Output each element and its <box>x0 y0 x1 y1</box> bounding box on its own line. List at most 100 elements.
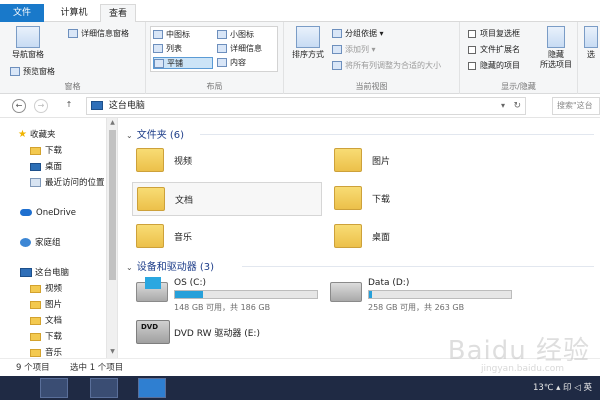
up-button[interactable]: ↑ <box>62 99 76 113</box>
hard-drive-icon <box>136 277 168 302</box>
download-folder-icon <box>30 332 41 341</box>
hide-selected-label-2: 所选项目 <box>540 60 572 69</box>
taskbar: 13℃ ▴ 印 ◁ 英 <box>0 376 600 400</box>
layout-medium-icons[interactable]: 中图标 <box>153 29 213 41</box>
collapse-chevron-icon[interactable]: ⌄ <box>126 131 133 140</box>
ribbon-group-current-view: 排序方式 分组依据 ▾ 添加列 ▾ 将所有列调整为合适的大小 当前视图 <box>284 22 460 94</box>
folder-tile-music[interactable]: 音乐 <box>132 220 322 254</box>
address-dropdown-icon[interactable]: ▾ <box>501 98 505 114</box>
group-by-icon <box>332 29 342 38</box>
layout-list[interactable]: 列表 <box>153 43 213 55</box>
sidebar-item-recent[interactable]: 最近访问的位置 <box>30 176 105 190</box>
group-label-current-view: 当前视图 <box>355 82 388 91</box>
sidebar-item-pc-music[interactable]: 音乐 <box>30 346 62 358</box>
desktop-icon <box>30 162 41 171</box>
homegroup-icon <box>20 238 31 247</box>
sidebar-item-downloads[interactable]: 下载 <box>30 144 62 158</box>
folder-label: 图片 <box>372 157 391 167</box>
back-button[interactable]: ← <box>12 99 26 113</box>
sidebar-item-pc-documents[interactable]: 文档 <box>30 314 62 328</box>
layout-small-icons[interactable]: 小图标 <box>217 29 277 41</box>
options-button[interactable]: 选 <box>582 26 600 60</box>
folder-tile-desktop[interactable]: 桌面 <box>330 220 520 254</box>
group-label-layout: 布局 <box>206 82 223 91</box>
sidebar-item-pc-downloads[interactable]: 下载 <box>30 330 62 344</box>
scroll-up-icon[interactable]: ▲ <box>108 119 117 126</box>
sidebar-item-label: 这台电脑 <box>35 268 70 278</box>
add-columns-button[interactable]: 添加列 ▾ <box>332 44 376 56</box>
sidebar-item-onedrive[interactable]: OneDrive <box>20 206 76 220</box>
address-bar[interactable]: 这台电脑 ▾ ↻ <box>86 97 526 115</box>
nav-pane-label: 导航窗格 <box>12 50 44 59</box>
nav-pane-button[interactable]: 导航窗格 <box>6 26 50 60</box>
content-icon <box>217 58 227 67</box>
sidebar-item-label: 视频 <box>45 284 63 294</box>
sidebar-item-label: 收藏夹 <box>29 130 56 140</box>
music-folder-icon <box>30 348 41 357</box>
dvd-logo: DVD <box>141 323 159 331</box>
layout-details[interactable]: 详细信息 <box>217 43 277 55</box>
search-input[interactable]: 搜索"这台 <box>552 97 600 115</box>
refresh-icon[interactable]: ↻ <box>513 98 521 114</box>
scroll-down-icon[interactable]: ▼ <box>108 348 117 355</box>
small-icons-icon <box>217 30 227 39</box>
hidden-items-checkbox[interactable] <box>468 61 476 70</box>
details-pane-button[interactable]: 详细信息窗格 <box>68 28 129 40</box>
navigation-pane: ★ 收藏夹 下载 桌面 最近访问的位置 OneDrive 家庭组 这台电脑 视频 … <box>0 118 118 358</box>
layout-tiles[interactable]: 平铺 <box>153 57 213 69</box>
tab-computer[interactable]: 计算机 <box>52 4 96 22</box>
dvd-drive-name[interactable]: DVD RW 驱动器 (E:) <box>174 326 260 339</box>
sidebar-item-desktop[interactable]: 桌面 <box>30 160 62 174</box>
hide-selected-label: 隐藏 <box>548 50 564 59</box>
status-selection: 选中 1 个项目 <box>70 363 124 373</box>
sidebar-item-favorites[interactable]: ★ 收藏夹 <box>18 128 55 142</box>
drive-tile-c[interactable]: OS (C:) 148 GB 可用，共 186 GB <box>136 277 326 314</box>
collapse-chevron-icon[interactable]: ⌄ <box>126 263 133 272</box>
taskbar-app-explorer[interactable] <box>138 378 166 398</box>
folder-tile-videos[interactable]: 视频 <box>132 144 322 178</box>
file-extensions-toggle[interactable]: 文件扩展名 <box>468 44 520 56</box>
layout-small-icons-label: 小图标 <box>230 30 254 39</box>
sidebar-item-homegroup[interactable]: 家庭组 <box>20 236 61 250</box>
item-checkboxes-toggle[interactable]: 项目复选框 <box>468 28 520 40</box>
folder-label: 桌面 <box>372 233 391 243</box>
hide-selected-button[interactable]: 隐藏 所选项目 <box>536 26 576 70</box>
folder-label: 下载 <box>372 195 391 205</box>
folder-tile-downloads[interactable]: 下载 <box>330 182 520 216</box>
system-tray[interactable]: 13℃ ▴ 印 ◁ 英 <box>533 376 592 400</box>
folders-section-header[interactable]: ⌄ 文件夹 (6) <box>126 126 184 141</box>
item-checkboxes-checkbox[interactable] <box>468 29 476 38</box>
sidebar-item-this-pc[interactable]: 这台电脑 <box>20 266 69 280</box>
folder-tile-documents[interactable]: 文档 <box>132 182 322 216</box>
group-by-button[interactable]: 分组依据 ▾ <box>332 28 384 40</box>
preview-pane-button[interactable]: 预览窗格 <box>10 66 55 78</box>
folder-label: 文档 <box>175 196 194 206</box>
forward-button[interactable]: → <box>34 99 48 113</box>
sidebar-scroll-thumb[interactable] <box>109 130 116 280</box>
sidebar-item-label: 图片 <box>45 300 63 310</box>
sidebar-scrollbar[interactable]: ▲ ▼ <box>106 118 117 358</box>
fit-columns-button[interactable]: 将所有列调整为合适的大小 <box>332 60 441 72</box>
drive-name: OS (C:) <box>174 278 206 288</box>
sidebar-item-label: 桌面 <box>45 162 63 172</box>
sort-by-button[interactable]: 排序方式 <box>288 26 328 60</box>
devices-section-header[interactable]: ⌄ 设备和驱动器 (3) <box>126 258 214 273</box>
status-item-count: 9 个项目 <box>16 363 50 373</box>
sidebar-item-pc-pictures[interactable]: 图片 <box>30 298 62 312</box>
drive-tile-d[interactable]: Data (D:) 258 GB 可用，共 263 GB <box>330 278 520 314</box>
folder-tile-pictures[interactable]: 图片 <box>330 144 520 178</box>
video-folder-icon <box>136 148 164 172</box>
hidden-items-toggle[interactable]: 隐藏的项目 <box>468 60 520 72</box>
sidebar-item-pc-videos[interactable]: 视频 <box>30 282 62 296</box>
tab-file[interactable]: 文件 <box>0 4 44 22</box>
pictures-folder-icon <box>30 300 41 309</box>
breadcrumb-this-pc[interactable]: 这台电脑 <box>109 101 145 111</box>
file-extensions-checkbox[interactable] <box>468 45 476 54</box>
tab-view[interactable]: 查看 <box>100 4 136 22</box>
details-icon <box>217 44 227 53</box>
taskbar-app-avatar[interactable] <box>40 378 68 398</box>
taskbar-app-visual-studio[interactable] <box>90 378 118 398</box>
fit-columns-label: 将所有列调整为合适的大小 <box>345 61 441 70</box>
layout-content[interactable]: 内容 <box>217 57 277 69</box>
documents-folder-icon <box>137 187 165 211</box>
